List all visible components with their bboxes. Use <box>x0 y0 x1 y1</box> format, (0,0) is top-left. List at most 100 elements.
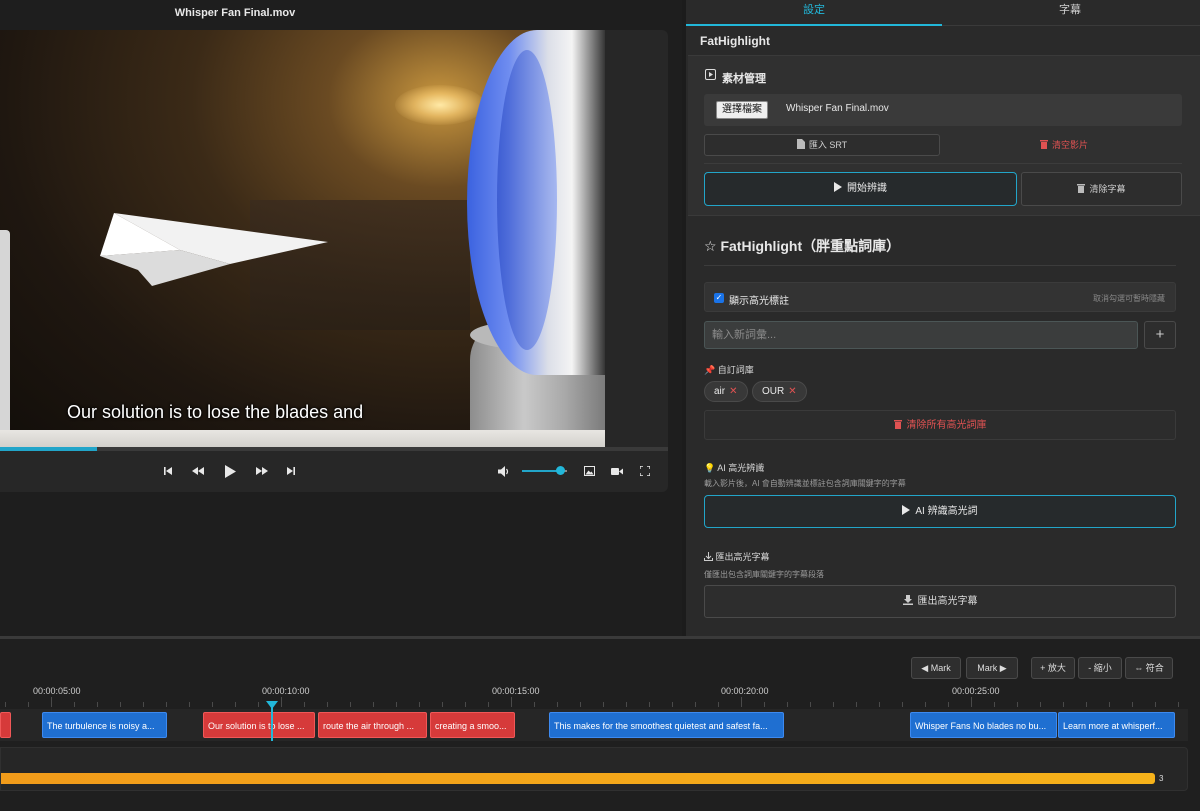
white-post <box>0 230 10 430</box>
seek-bar-fill <box>0 447 97 451</box>
fullscreen-icon[interactable] <box>635 458 655 484</box>
subtitle-segment[interactable]: route the air through ... <box>318 712 427 738</box>
custom-words-title-text: 自訂詞庫 <box>717 365 754 375</box>
lamp-glow <box>395 85 485 125</box>
volume-slider-handle[interactable] <box>556 466 566 475</box>
volume-icon[interactable] <box>494 458 514 484</box>
ruler-tick <box>902 702 903 707</box>
zoom-out-button[interactable]: - 縮小 <box>1078 657 1122 679</box>
ruler-tick <box>511 697 512 707</box>
ruler-tick <box>442 702 443 707</box>
start-recognition-button[interactable]: 開始辨識 <box>704 172 1017 206</box>
file-picker-row: 選擇檔案 Whisper Fan Final.mov <box>704 94 1182 126</box>
file-icon <box>796 139 805 149</box>
ruler-tick <box>1109 702 1110 707</box>
subtitle-segment[interactable]: Our solution is to lose ... <box>203 712 315 738</box>
skip-end-icon[interactable] <box>281 458 301 484</box>
player-controls <box>0 458 668 484</box>
ruler-tick <box>28 702 29 707</box>
ruler-tick <box>1063 702 1064 707</box>
word-chip: air ✕ <box>704 381 748 402</box>
bulb-icon: 💡 <box>704 463 716 473</box>
new-word-input[interactable] <box>704 321 1138 349</box>
subtitle-segment[interactable]: creating a smoo... <box>430 712 515 738</box>
word-chip: OUR ✕ <box>752 381 807 402</box>
skip-start-icon[interactable] <box>158 458 178 484</box>
video-title: Whisper Fan Final.mov <box>174 7 296 19</box>
zoom-in-button[interactable]: + 放大 <box>1031 657 1075 679</box>
play-square-icon <box>705 69 716 80</box>
fit-button[interactable]: ⇔ 符合 <box>1125 657 1173 679</box>
highlight-checkbox[interactable]: ✓ <box>714 293 724 303</box>
video-frame[interactable]: Our solution is to lose the blades and <box>0 30 605 447</box>
import-srt-button[interactable]: 匯入 SRT <box>704 134 940 156</box>
ruler-tick <box>948 702 949 707</box>
ai-recognize-button[interactable]: AI 辨識高光詞 <box>704 495 1176 528</box>
time-label: 00:00:20:00 <box>721 686 769 696</box>
subtitle-segment[interactable]: The turbulence is noisy a... <box>42 712 167 738</box>
custom-words-title: 📌 自訂詞庫 <box>704 363 754 376</box>
tab-subtitles[interactable]: 字幕 <box>942 0 1198 26</box>
subtitle-segment[interactable]: Learn more at whisperf... <box>1058 712 1175 738</box>
highlight-divider <box>704 265 1176 266</box>
word-chip-label: OUR <box>762 386 785 397</box>
ruler-tick <box>327 702 328 707</box>
export-highlights-button[interactable]: 匯出高光字幕 <box>704 585 1176 618</box>
subtitle-segment[interactable]: This makes for the smoothest quietest an… <box>549 712 784 738</box>
ruler-tick <box>97 702 98 707</box>
ruler-tick <box>235 702 236 707</box>
highlight-toggle-row[interactable]: ✓ 顯示高光標註 取消勾選可暫時隱藏 <box>704 282 1176 312</box>
highlight-title-text: FatHighlight（胖重點詞庫） <box>720 238 901 254</box>
subtitle-segment[interactable] <box>0 712 11 738</box>
seek-bar[interactable] <box>0 447 668 451</box>
timeline-ruler[interactable] <box>0 697 1200 707</box>
clear-video-button[interactable]: 清空影片 <box>946 134 1182 156</box>
volume-slider[interactable] <box>522 466 567 475</box>
next-mark-button[interactable]: Mark ▶ <box>966 657 1018 679</box>
ai-description: 載入影片後，AI 會自動辨識並標註包含詞庫關鍵字的字幕 <box>704 479 906 488</box>
video-player[interactable]: Our solution is to lose the blades and <box>0 30 668 492</box>
settings-panel: 設定 字幕 FatHighlight 素材管理 選擇檔案 Whisper Fan… <box>686 0 1200 636</box>
table-surface <box>0 430 605 447</box>
ruler-tick <box>304 702 305 707</box>
ruler-tick <box>810 702 811 707</box>
screenshot-icon[interactable] <box>579 458 599 484</box>
clear-all-highlights-button[interactable]: 清除所有高光詞庫 <box>704 410 1176 440</box>
ruler-tick <box>741 697 742 707</box>
play-icon[interactable] <box>220 458 240 484</box>
ruler-tick <box>695 702 696 707</box>
playhead-handle[interactable] <box>266 701 278 709</box>
ruler-tick <box>419 702 420 707</box>
ruler-tick <box>281 697 282 707</box>
ruler-tick <box>373 702 374 707</box>
highlight-density-track: 3 <box>0 747 1188 791</box>
remove-chip-icon[interactable]: ✕ <box>788 386 796 397</box>
ruler-tick <box>258 702 259 707</box>
ruler-tick <box>580 702 581 707</box>
video-subtitle: Our solution is to lose the blades and <box>67 402 364 422</box>
add-word-button[interactable]: + <box>1144 321 1176 349</box>
assets-section: 素材管理 選擇檔案 Whisper Fan Final.mov 匯入 SRT 清… <box>688 55 1200 216</box>
ruler-tick <box>120 702 121 707</box>
trash-icon <box>1039 140 1048 149</box>
clear-subtitles-button[interactable]: 清除字幕 <box>1021 172 1182 206</box>
remove-chip-icon[interactable]: ✕ <box>729 386 737 397</box>
camera-icon[interactable] <box>607 458 627 484</box>
ruler-tick <box>994 702 995 707</box>
ruler-tick <box>787 702 788 707</box>
play-icon <box>834 182 842 192</box>
highlight-density-bar <box>1 773 1155 784</box>
subtitle-segment[interactable]: Whisper Fans No blades no bu... <box>910 712 1057 738</box>
fast-forward-icon[interactable] <box>252 458 272 484</box>
import-srt-label: 匯入 SRT <box>808 140 848 150</box>
ai-recognize-label: AI 辨識高光詞 <box>915 506 978 517</box>
ruler-tick <box>143 702 144 707</box>
prev-mark-button[interactable]: ◀ Mark <box>911 657 961 679</box>
tab-settings[interactable]: 設定 <box>686 0 942 26</box>
ruler-tick <box>1040 702 1041 707</box>
rewind-icon[interactable] <box>188 458 208 484</box>
choose-file-button[interactable]: 選擇檔案 <box>716 101 768 119</box>
highlight-density-count: 3 <box>1159 774 1164 783</box>
highlight-title: ☆ FatHighlight（胖重點詞庫） <box>704 236 900 256</box>
ruler-tick <box>488 702 489 707</box>
